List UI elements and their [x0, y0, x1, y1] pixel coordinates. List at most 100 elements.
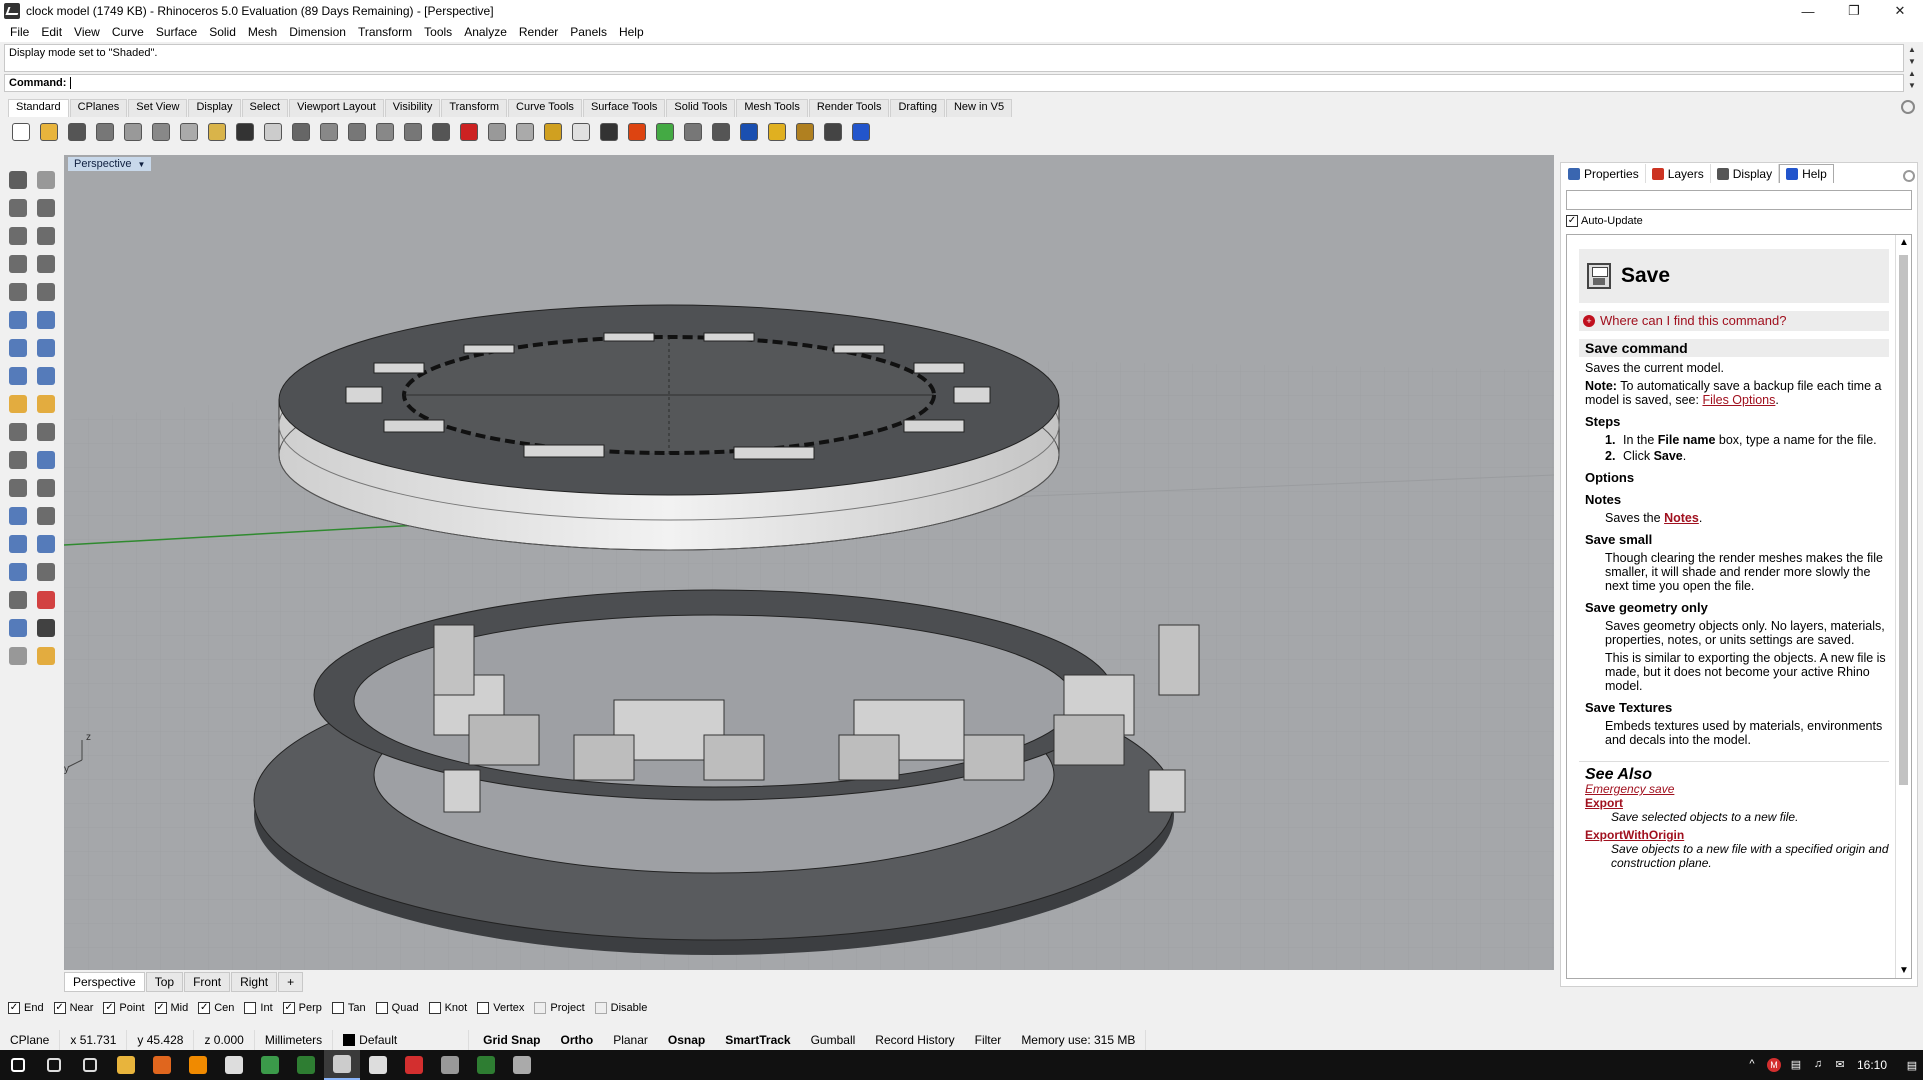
toolbar-tab-cplanes[interactable]: CPlanes [69, 99, 128, 117]
toolbar-tab-standard[interactable]: Standard [8, 99, 69, 117]
ungroup-button[interactable] [32, 446, 60, 474]
grid-button[interactable] [32, 558, 60, 586]
dimension-tool-button[interactable] [32, 502, 60, 530]
group-button[interactable] [4, 446, 32, 474]
ellipse-button[interactable] [32, 222, 60, 250]
cut-button[interactable] [148, 119, 174, 145]
rotate-button[interactable] [4, 474, 32, 502]
osnap-checkbox[interactable] [428, 1002, 441, 1014]
acrobat-taskbar-button[interactable] [396, 1050, 432, 1080]
viewport-title[interactable]: Perspective ▼ [68, 157, 152, 171]
polygon-button[interactable] [4, 250, 32, 278]
osnap-knot[interactable]: Knot [428, 1002, 467, 1014]
vlc-taskbar-button[interactable] [180, 1050, 216, 1080]
toolbar-tab-mesh-tools[interactable]: Mesh Tools [736, 99, 808, 117]
surface-button[interactable] [4, 306, 32, 334]
status-smarttrack-toggle[interactable]: SmartTrack [715, 1030, 800, 1050]
toolbar-tab-visibility[interactable]: Visibility [384, 99, 441, 117]
scroll-up-icon[interactable]: ▲ [1908, 68, 1916, 80]
scale-button[interactable] [32, 474, 60, 502]
print-button[interactable] [92, 119, 118, 145]
toolbar-tab-new-in-v5[interactable]: New in V5 [945, 99, 1013, 117]
osnap-vertex[interactable]: Vertex [477, 1002, 524, 1014]
mesh-button[interactable] [32, 362, 60, 390]
shade-button[interactable] [680, 119, 706, 145]
add-viewport-tab[interactable]: + [278, 972, 304, 992]
toolbar-tab-curve-tools[interactable]: Curve Tools [508, 99, 582, 117]
toolbar-tab-drafting[interactable]: Drafting [890, 99, 945, 117]
menu-edit[interactable]: Edit [35, 25, 68, 39]
menu-mesh[interactable]: Mesh [242, 25, 283, 39]
tray-icon-0[interactable]: ^ [1741, 1058, 1763, 1072]
tray-icon-3[interactable]: ♫ [1807, 1058, 1829, 1072]
menu-render[interactable]: Render [513, 25, 564, 39]
osnap-end[interactable]: ✓ End [8, 1002, 44, 1014]
notification-icon[interactable]: ▤ [1901, 1059, 1923, 1072]
osnap-near[interactable]: ✓ Near [53, 1002, 93, 1014]
toolbar-tab-set-view[interactable]: Set View [128, 99, 188, 117]
status-gumball-toggle[interactable]: Gumball [801, 1030, 866, 1050]
dimension-button[interactable] [820, 119, 846, 145]
color-wheel-button[interactable] [652, 119, 678, 145]
points-button[interactable] [540, 119, 566, 145]
block-button[interactable] [4, 530, 32, 558]
osnap-checkbox[interactable] [244, 1002, 257, 1014]
insert-button[interactable] [32, 530, 60, 558]
layer-indicator[interactable]: Default [333, 1030, 470, 1050]
osnap-checkbox[interactable]: ✓ [154, 1002, 167, 1014]
status-ortho-toggle[interactable]: Ortho [551, 1030, 604, 1050]
pan-button[interactable] [260, 119, 286, 145]
viewport-tab-top[interactable]: Top [145, 972, 184, 992]
osnap-disable[interactable]: Disable [594, 1002, 647, 1014]
four-viewports-button[interactable] [428, 119, 454, 145]
osnap-quad[interactable]: Quad [375, 1002, 419, 1014]
scroll-thumb[interactable] [1899, 255, 1908, 785]
menu-curve[interactable]: Curve [106, 25, 150, 39]
tray-icon-4[interactable]: ✉ [1829, 1058, 1851, 1072]
menu-view[interactable]: View [68, 25, 106, 39]
zoom-extents-button[interactable] [372, 119, 398, 145]
curve-button[interactable] [32, 194, 60, 222]
menu-panels[interactable]: Panels [564, 25, 613, 39]
menu-surface[interactable]: Surface [150, 25, 203, 39]
osnap-checkbox[interactable] [594, 1002, 607, 1014]
menu-tools[interactable]: Tools [418, 25, 458, 39]
save-button[interactable] [64, 119, 90, 145]
osnap-checkbox[interactable] [375, 1002, 388, 1014]
import-button[interactable] [120, 119, 146, 145]
split-button[interactable] [32, 418, 60, 446]
undo-button[interactable] [232, 119, 258, 145]
osnap-checkbox[interactable] [534, 1002, 547, 1014]
text-button[interactable] [4, 502, 32, 530]
distance-button[interactable] [32, 586, 60, 614]
render-sphere-button[interactable] [708, 119, 734, 145]
zoom-selected-button[interactable] [400, 119, 426, 145]
menu-dimension[interactable]: Dimension [283, 25, 352, 39]
scroll-up-icon[interactable]: ▲ [1899, 237, 1909, 248]
osnap-cen[interactable]: ✓ Cen [198, 1002, 234, 1014]
osnap-checkbox[interactable]: ✓ [282, 1002, 295, 1014]
render-tools-button[interactable] [4, 642, 32, 670]
lock-button[interactable] [596, 119, 622, 145]
check-button[interactable] [32, 614, 60, 642]
tray-icon-2[interactable]: ▤ [1785, 1058, 1807, 1072]
restore-button[interactable]: ❐ [1831, 0, 1877, 22]
clock[interactable]: 16:10 [1857, 1058, 1887, 1072]
menu-solid[interactable]: Solid [203, 25, 242, 39]
panel-tab-layers[interactable]: Layers [1646, 164, 1711, 183]
camera-button[interactable] [484, 119, 510, 145]
osnap-perp[interactable]: ✓ Perp [282, 1002, 322, 1014]
scroll-up-icon[interactable]: ▲ [1908, 44, 1916, 56]
osnap-checkbox[interactable]: ✓ [8, 1002, 20, 1014]
select-arrow-button[interactable] [4, 166, 32, 194]
render-button[interactable] [736, 119, 762, 145]
panel-tab-properties[interactable]: Properties [1562, 164, 1646, 183]
osnap-checkbox[interactable]: ✓ [103, 1002, 116, 1014]
scroll-down-icon[interactable]: ▼ [1908, 80, 1916, 92]
polyline-button[interactable] [4, 194, 32, 222]
osnap-mid[interactable]: ✓ Mid [154, 1002, 188, 1014]
osnap-checkbox[interactable] [331, 1002, 344, 1014]
zoom-button[interactable] [316, 119, 342, 145]
boolean-button[interactable] [32, 334, 60, 362]
open-button[interactable] [36, 119, 62, 145]
